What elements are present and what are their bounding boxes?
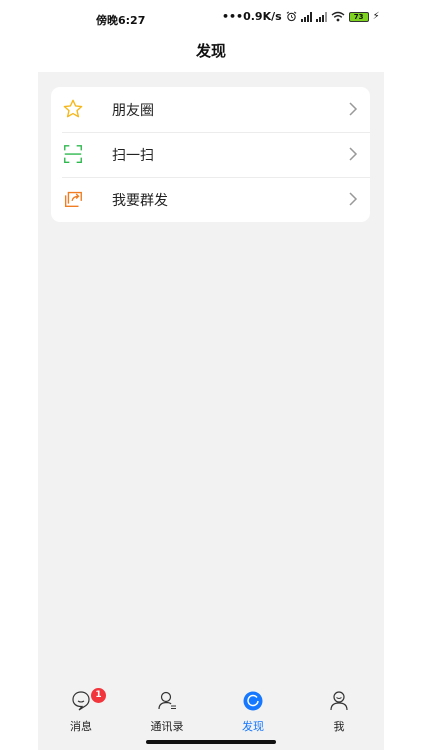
menu-item-label: 朋友圈 [112,103,154,119]
header: 发现 [0,36,422,72]
menu-item-broadcast[interactable]: 我要群发 [51,177,370,222]
tab-label: 消息 [70,720,92,733]
battery-icon: 73 [348,11,369,22]
menu-item-label: 我要群发 [112,193,168,209]
alarm-icon [286,11,297,22]
status-indicators: •••0.9K/s 73 ⚡ [222,10,380,23]
scan-icon [64,145,82,163]
signal-hd-icon [315,11,327,22]
chat-bubble-icon [72,691,90,711]
tab-discover[interactable]: 发现 [210,690,296,738]
tab-label: 发现 [242,720,264,733]
discover-icon [243,691,263,711]
profile-icon [330,691,348,711]
wifi-icon [331,11,345,22]
contacts-icon [158,691,176,710]
tab-contacts[interactable]: 通讯录 [124,690,210,738]
discover-menu-card: 朋友圈 扫一扫 我要群发 [51,87,370,222]
tab-me[interactable]: 我 [296,690,382,738]
chevron-right-icon [349,192,358,206]
network-speed: •••0.9K/s [222,10,282,23]
menu-item-moments[interactable]: 朋友圈 [51,87,370,132]
chevron-right-icon [349,147,358,161]
tab-messages[interactable]: 1 消息 [38,688,124,738]
unread-badge: 1 [91,688,106,703]
menu-item-label: 扫一扫 [112,148,154,164]
bottom-tab-bar: 1 消息 通讯录 发现 我 [38,688,384,740]
tab-label: 通讯录 [150,720,184,733]
menu-item-scan[interactable]: 扫一扫 [51,132,370,177]
status-time: 傍晚6:27 [96,14,146,27]
signal-hd-icon [300,11,312,22]
main-content: 朋友圈 扫一扫 我要群发 [38,72,384,750]
status-bar: 傍晚6:27 •••0.9K/s 73 ⚡ [0,0,422,36]
share-icon [64,191,82,208]
page-title: 发现 [195,42,226,60]
tab-label: 我 [333,720,345,733]
star-icon [63,99,83,118]
charging-icon: ⚡ [372,11,380,22]
chevron-right-icon [349,102,358,116]
home-indicator[interactable] [146,740,276,744]
